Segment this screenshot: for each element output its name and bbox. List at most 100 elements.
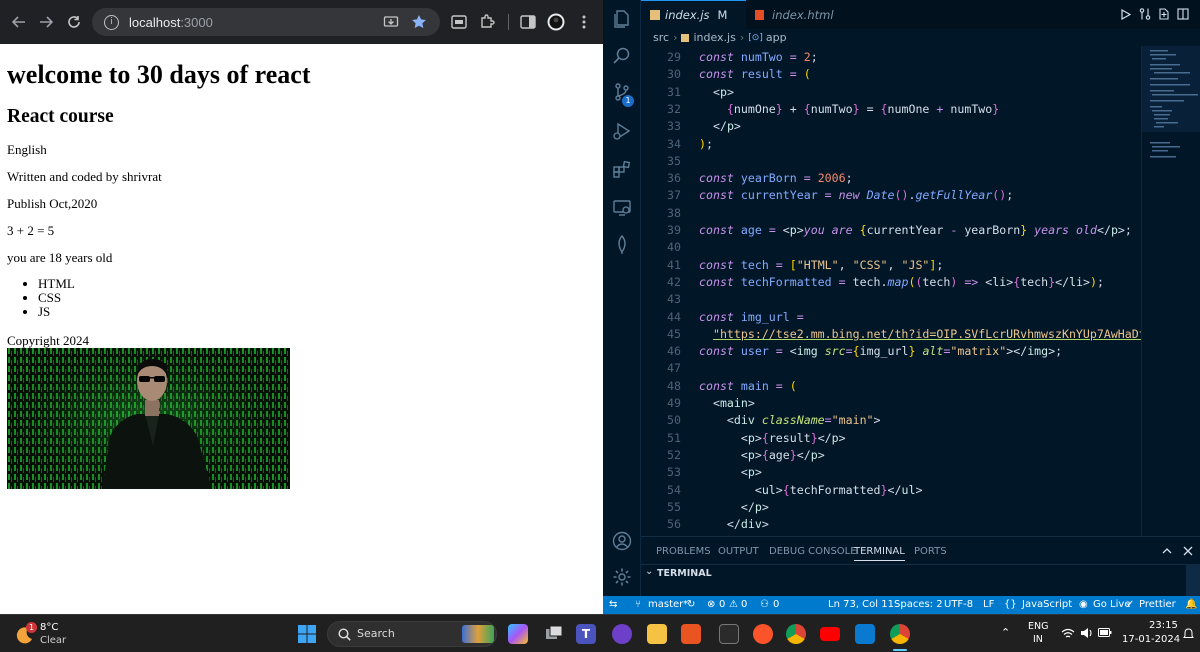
mongodb-leaf-icon[interactable] <box>612 235 632 255</box>
tab-index-js[interactable]: index.js M <box>641 0 746 29</box>
code-editor[interactable]: 29 const numTwo = 2; 30 const result = ( 3… <box>641 46 1141 536</box>
git-branch[interactable]: master* <box>648 599 688 610</box>
weather-temperature: 8°C <box>40 622 59 633</box>
youtube-icon[interactable] <box>820 627 840 641</box>
code-line: 38 <box>641 205 1141 222</box>
line-number: 51 <box>667 430 681 445</box>
terminal-scrollbar[interactable] <box>1186 564 1200 597</box>
run-icon[interactable] <box>1121 9 1131 20</box>
close-panel-icon[interactable] <box>1183 546 1193 556</box>
chrome-menu-icon[interactable] <box>574 12 594 32</box>
code-text: const user = <img src={img_url} alt="mat… <box>699 344 1063 359</box>
accounts-icon[interactable] <box>612 531 632 551</box>
wifi-icon[interactable] <box>1061 628 1075 639</box>
remote-explorer-icon[interactable] <box>612 198 632 218</box>
terminal-section-header[interactable]: ⌄ TERMINAL <box>641 564 1200 582</box>
cursor-position[interactable]: Ln 73, Col 11 <box>828 599 894 610</box>
install-app-icon[interactable] <box>383 14 399 30</box>
split-editor-icon[interactable] <box>1177 8 1189 20</box>
code-text: const main = ( <box>699 378 797 393</box>
line-number: 49 <box>667 396 681 410</box>
reload-icon[interactable] <box>59 7 89 37</box>
weather-description: Clear <box>40 635 67 646</box>
extensions-icon[interactable] <box>612 160 632 180</box>
tab-ports[interactable]: PORTS <box>914 546 947 557</box>
settings-gear-icon[interactable] <box>612 567 632 587</box>
breadcrumb-item[interactable]: src <box>653 31 669 44</box>
open-changes-icon[interactable] <box>1158 8 1170 20</box>
language-bottom[interactable]: IN <box>1033 634 1043 645</box>
site-info-icon[interactable]: i <box>104 14 119 30</box>
branch-icon[interactable]: ⑂ <box>635 599 641 610</box>
line-number: 54 <box>667 482 681 497</box>
breadcrumb-item[interactable]: index.js <box>693 31 735 44</box>
volume-icon[interactable] <box>1080 627 1094 639</box>
clock-date[interactable]: 17-01-2024 <box>1122 634 1180 645</box>
tab-problems[interactable]: PROBLEMS <box>656 546 711 557</box>
taskbar-search-box[interactable]: Search <box>327 621 497 647</box>
code-line: 34); <box>641 136 1141 153</box>
variable-symbol-icon: [⊙] <box>748 32 763 43</box>
code-line: 35 <box>641 153 1141 170</box>
maximize-panel-icon[interactable] <box>1162 547 1172 555</box>
code-text: const age = <p>you are {currentYear - ye… <box>699 223 1132 237</box>
ports-count[interactable]: 0 <box>773 599 779 610</box>
published-text: Publish Oct,2020 <box>7 196 98 211</box>
tech-list: HTML CSS JS <box>38 277 75 319</box>
language-mode[interactable]: JavaScript <box>1022 599 1072 610</box>
sync-icon[interactable]: ↻ <box>687 599 695 610</box>
start-button[interactable] <box>297 624 317 644</box>
chrome-active-icon[interactable] <box>890 624 910 644</box>
task-view-icon[interactable] <box>544 624 564 644</box>
profile-avatar-icon[interactable] <box>546 12 566 32</box>
error-icon[interactable]: ⊗ <box>707 599 715 610</box>
notification-bell-icon[interactable] <box>1183 628 1194 640</box>
file-explorer-icon[interactable] <box>647 624 667 644</box>
tab-output[interactable]: OUTPUT <box>718 546 759 557</box>
warning-count[interactable]: 0 <box>741 599 747 610</box>
minimap[interactable] <box>1141 46 1200 536</box>
tab-terminal[interactable]: TERMINAL <box>854 546 905 561</box>
ubuntu-icon[interactable] <box>681 624 701 644</box>
prettier-status[interactable]: Prettier <box>1139 599 1176 610</box>
code-text: <p>{result}</p> <box>740 430 846 445</box>
terminal-icon[interactable] <box>719 624 739 644</box>
extensions-icon[interactable] <box>477 12 497 32</box>
clock-time[interactable]: 23:15 <box>1149 620 1178 631</box>
tab-index-html[interactable]: index.html <box>746 0 846 29</box>
weather-widget[interactable]: 1 8°C Clear <box>14 619 94 649</box>
notifications-bell-icon[interactable]: 🔔 <box>1185 599 1197 610</box>
run-debug-icon[interactable] <box>612 121 632 141</box>
vscode-taskbar-icon[interactable] <box>855 624 875 644</box>
copilot-icon[interactable] <box>508 624 528 644</box>
breadcrumb-item[interactable]: app <box>766 31 787 44</box>
code-line: 33 </p> <box>641 118 1141 135</box>
language-top[interactable]: ENG <box>1028 621 1048 632</box>
explorer-icon[interactable] <box>612 9 632 29</box>
tab-debug-console[interactable]: DEBUG CONSOLE <box>769 546 857 557</box>
compare-changes-icon[interactable] <box>1139 8 1151 20</box>
tab-search-icon[interactable] <box>449 12 469 32</box>
chrome-icon[interactable] <box>786 624 806 644</box>
teams-icon[interactable]: T <box>576 624 596 644</box>
search-icon[interactable] <box>612 46 632 66</box>
indentation[interactable]: Spaces: 2 <box>894 599 943 610</box>
tray-overflow-icon[interactable]: ⌃ <box>1001 626 1010 639</box>
brave-icon[interactable] <box>753 624 773 644</box>
end-of-line[interactable]: LF <box>983 599 994 610</box>
encoding[interactable]: UTF-8 <box>944 599 973 610</box>
back-icon[interactable] <box>4 7 34 37</box>
go-live-button[interactable]: Go Live <box>1093 599 1130 610</box>
address-bar[interactable]: i localhost:3000 <box>92 8 440 36</box>
forward-icon[interactable] <box>31 7 61 37</box>
side-panel-icon[interactable] <box>518 12 538 32</box>
github-desktop-icon[interactable] <box>612 624 632 644</box>
bookmark-star-icon[interactable] <box>411 14 427 30</box>
ports-icon[interactable]: ⚇ <box>760 599 769 610</box>
battery-icon[interactable] <box>1098 628 1112 637</box>
line-number: 44 <box>667 309 681 324</box>
error-count[interactable]: 0 <box>719 599 725 610</box>
remote-icon[interactable]: ⇆ <box>609 599 617 610</box>
warning-icon[interactable]: ⚠ <box>729 599 738 610</box>
chevron-down-icon: ⌄ <box>645 566 654 577</box>
